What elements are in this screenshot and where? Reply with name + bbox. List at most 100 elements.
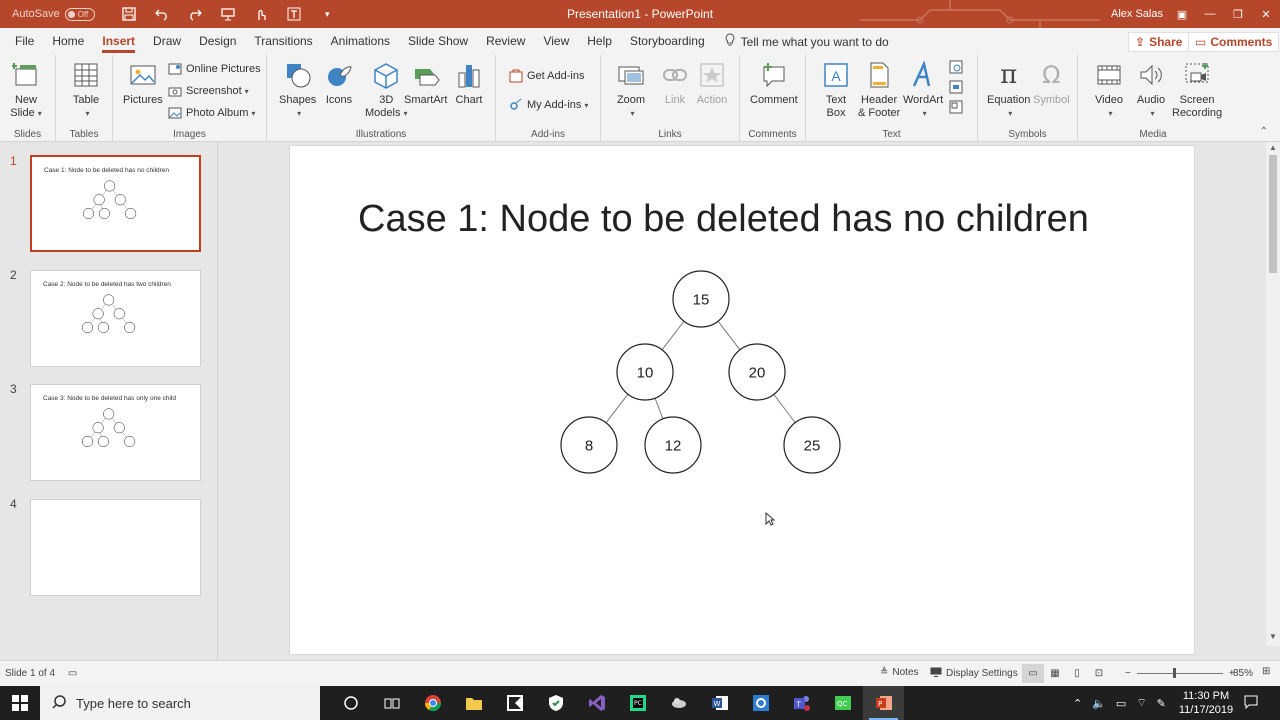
text-format-icon[interactable] — [278, 0, 311, 28]
screenshot-button[interactable]: Screenshot ▾ — [168, 84, 249, 98]
tab-animations[interactable]: Animations — [322, 28, 399, 55]
zoom-button[interactable]: Zoom ▾ — [615, 59, 647, 120]
close-icon[interactable]: ✕ — [1252, 0, 1280, 28]
tree-edge[interactable] — [123, 203, 128, 210]
action-button[interactable]: Action — [696, 59, 728, 107]
share-button[interactable]: ⇪ Share — [1128, 32, 1190, 52]
tree-edge[interactable] — [90, 431, 96, 438]
tree-node-10[interactable] — [92, 308, 104, 320]
volume-icon[interactable]: 🔈 — [1092, 697, 1106, 710]
slide-number-icon[interactable] — [949, 80, 963, 97]
object-icon[interactable] — [949, 100, 963, 117]
customize-qat-icon[interactable]: ▾ — [311, 0, 344, 28]
teams-icon[interactable]: T — [781, 686, 822, 720]
tree-node-20[interactable] — [113, 308, 125, 320]
word-icon[interactable]: W — [699, 686, 740, 720]
tree-edge[interactable] — [605, 393, 629, 424]
slide-sorter-icon[interactable]: ▦ — [1044, 664, 1066, 683]
cloud-app-icon[interactable] — [658, 686, 699, 720]
file-explorer-icon[interactable] — [453, 686, 494, 720]
tree-edge[interactable] — [654, 397, 664, 420]
user-name[interactable]: Alex Salas — [1111, 8, 1163, 20]
tab-design[interactable]: Design — [190, 28, 245, 55]
date-time-icon[interactable] — [949, 60, 963, 77]
battery-icon[interactable]: ▭ — [1116, 697, 1126, 710]
tree-edge[interactable] — [101, 418, 106, 424]
new-slide-button[interactable]: New Slide ▾ — [10, 59, 42, 120]
minimize-icon[interactable]: — — [1196, 0, 1224, 28]
scroll-up-icon[interactable]: ▲ — [1269, 143, 1277, 152]
tab-file[interactable]: File — [6, 28, 43, 55]
equation-button[interactable]: π Equation ▾ — [987, 59, 1030, 120]
visual-studio-icon[interactable] — [576, 686, 617, 720]
get-addins-button[interactable]: Get Add-ins — [509, 69, 584, 83]
symbol-button[interactable]: Ω Symbol — [1033, 59, 1070, 107]
scrollbar-thumb[interactable] — [1269, 155, 1277, 273]
restore-icon[interactable]: ❐ — [1224, 0, 1252, 28]
tree-edge[interactable] — [661, 320, 685, 351]
qt-creator-icon[interactable]: QC — [822, 686, 863, 720]
zoom-percentage[interactable]: 85% — [1233, 668, 1253, 679]
tree-edge[interactable] — [99, 432, 102, 437]
current-slide[interactable]: Case 1: Node to be deleted has no childr… — [289, 145, 1195, 655]
tree-node-10[interactable] — [93, 194, 105, 206]
tree-edge[interactable] — [111, 304, 117, 310]
normal-view-icon[interactable]: ▭ — [1022, 664, 1044, 683]
touch-mode-icon[interactable] — [245, 0, 278, 28]
kotlin-app-icon[interactable] — [494, 686, 535, 720]
slide-thumbnail-2[interactable]: Case 2: Node to be deleted has two child… — [30, 270, 201, 367]
zoom-track[interactable] — [1136, 668, 1223, 678]
zoom-knob[interactable] — [1172, 668, 1176, 678]
present-icon[interactable] — [212, 0, 245, 28]
cortana-icon[interactable] — [330, 686, 371, 720]
tree-edge[interactable] — [100, 204, 103, 209]
tree-edge[interactable] — [101, 304, 106, 310]
comment-button[interactable]: Comment — [750, 59, 798, 107]
tab-insert[interactable]: Insert — [93, 28, 144, 55]
my-addins-button[interactable]: My Add-ins ▾ — [509, 98, 588, 112]
tab-review[interactable]: Review — [477, 28, 534, 55]
tree-node-25[interactable] — [125, 207, 137, 220]
tab-draw[interactable]: Draw — [144, 28, 190, 55]
audio-button[interactable]: Audio ▾ — [1135, 59, 1167, 120]
3d-models-button[interactable]: 3D Models ▾ — [365, 59, 407, 120]
tree-node-12[interactable] — [97, 435, 109, 448]
tab-help[interactable]: Help — [578, 28, 621, 55]
online-pictures-button[interactable]: Online Pictures — [168, 62, 261, 76]
tree-edge[interactable] — [112, 190, 118, 196]
slide-show-icon[interactable]: ⊡ — [1088, 664, 1110, 683]
vertical-scrollbar[interactable]: ▲ ▼ — [1266, 142, 1280, 646]
tree-node-12[interactable] — [98, 207, 110, 220]
tab-storyboarding[interactable]: Storyboarding — [621, 28, 714, 55]
header-footer-button[interactable]: Header & Footer — [858, 59, 900, 120]
photo-album-button[interactable]: Photo Album ▾ — [168, 106, 255, 120]
tree-edge[interactable] — [91, 203, 97, 210]
tree-node-15[interactable] — [103, 408, 115, 420]
binary-tree-diagram[interactable]: 15 10 20 8 12 25 — [290, 146, 1196, 656]
reading-view-icon[interactable]: ▯ — [1066, 664, 1088, 683]
autosave-switch[interactable]: Off — [64, 7, 95, 21]
tree-node-20[interactable] — [113, 422, 125, 434]
tab-view[interactable]: View — [534, 28, 578, 55]
tab-slide-show[interactable]: Slide Show — [399, 28, 477, 55]
tell-me-search[interactable]: Tell me what you want to do — [724, 33, 889, 50]
tree-edge[interactable] — [717, 320, 741, 351]
link-button[interactable]: Link — [659, 59, 691, 107]
zoom-slider[interactable]: − + — [1125, 668, 1235, 679]
icons-button[interactable]: Icons — [323, 59, 355, 107]
notes-button[interactable]: ≜ Notes — [880, 667, 919, 678]
wordart-button[interactable]: WordArt ▾ — [903, 59, 943, 120]
taskbar-clock[interactable]: 11:30 PM 11/17/2019 — [1176, 689, 1236, 717]
tree-edge[interactable] — [773, 394, 796, 423]
chrome-icon[interactable] — [412, 686, 453, 720]
chart-button[interactable]: Chart — [453, 59, 485, 107]
comments-button[interactable]: ▭ Comments — [1188, 32, 1280, 52]
autosave-toggle[interactable]: AutoSave Off — [12, 7, 95, 21]
tree-edge[interactable] — [99, 318, 102, 323]
save-icon[interactable] — [113, 0, 146, 28]
redo-icon[interactable] — [179, 0, 212, 28]
slide-thumbnails-pane[interactable]: 1 Case 1: Node to be deleted has no chil… — [0, 142, 218, 660]
tree-edge[interactable] — [102, 190, 107, 196]
tree-node-20[interactable] — [114, 194, 126, 206]
network-icon[interactable]: ⌔ — [1136, 696, 1146, 710]
